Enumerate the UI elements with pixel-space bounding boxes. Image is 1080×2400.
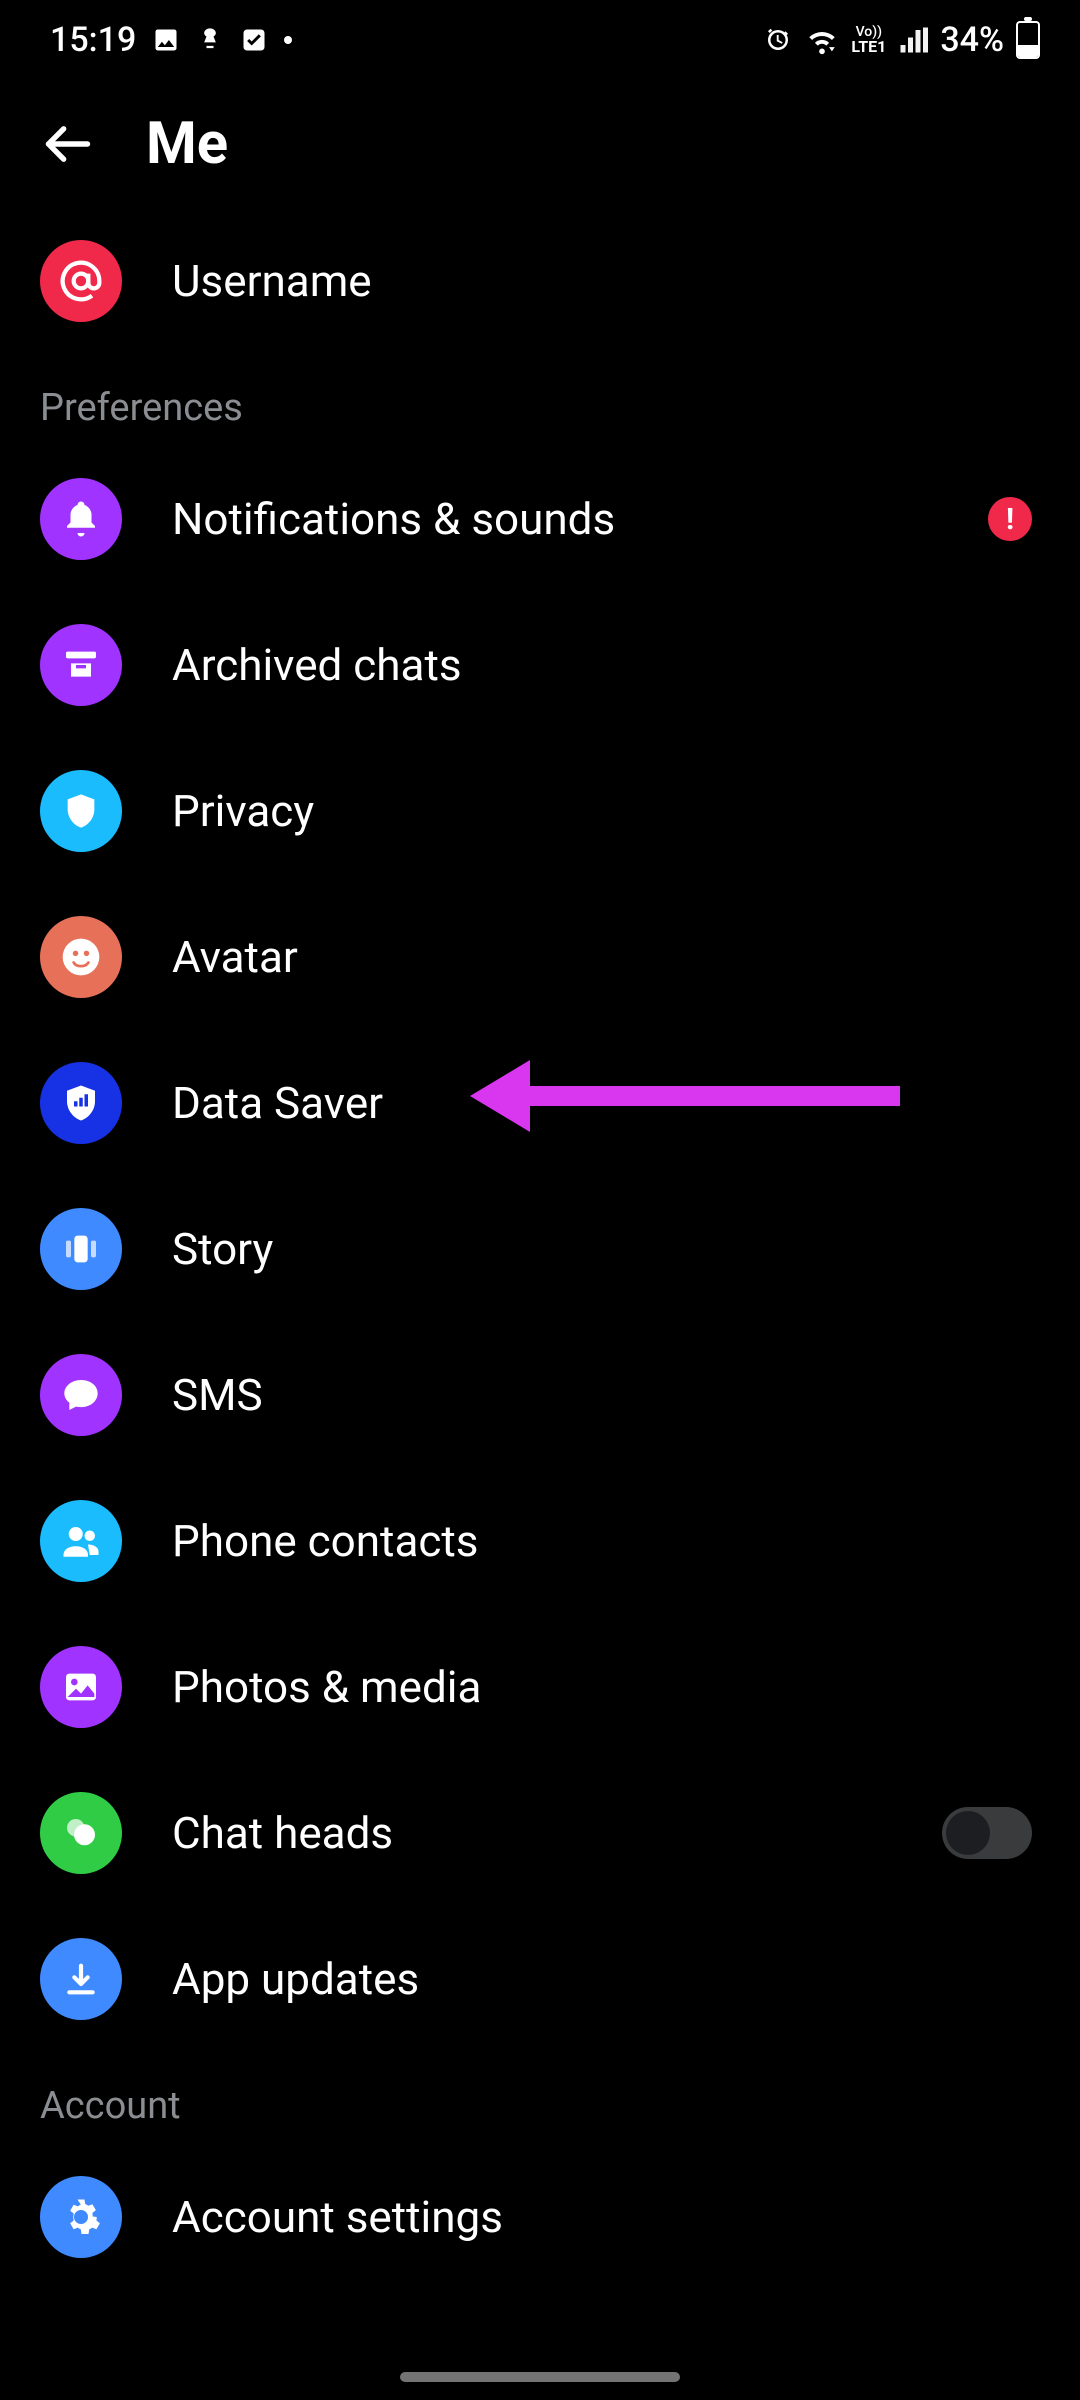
- image-icon: [40, 1646, 122, 1728]
- annotation-arrow: [470, 1060, 900, 1132]
- people-icon: [40, 1500, 122, 1582]
- item-label: Avatar: [172, 931, 1040, 983]
- item-label: Notifications & sounds: [172, 493, 938, 545]
- image-indicator-icon: [152, 26, 180, 54]
- item-label: Chat heads: [172, 1807, 892, 1859]
- chat-heads-toggle[interactable]: [942, 1807, 1032, 1859]
- shield-icon: [40, 770, 122, 852]
- settings-item-archived-chats[interactable]: Archived chats: [0, 592, 1080, 738]
- archive-icon: [40, 624, 122, 706]
- item-label: Archived chats: [172, 639, 1040, 691]
- item-label: Phone contacts: [172, 1515, 1040, 1567]
- download-icon: [40, 1938, 122, 2020]
- item-label: App updates: [172, 1953, 1040, 2005]
- wifi-icon: [805, 23, 839, 57]
- status-left: 15:19: [50, 20, 292, 60]
- settings-item-phone-contacts[interactable]: Phone contacts: [0, 1468, 1080, 1614]
- item-label: Account settings: [172, 2191, 1040, 2243]
- item-label: Privacy: [172, 785, 1040, 837]
- item-label: Photos & media: [172, 1661, 1040, 1713]
- more-indicator-icon: [284, 36, 292, 44]
- back-arrow-icon: [42, 118, 94, 170]
- status-right: Vo)) LTE1 34%: [763, 20, 1040, 60]
- settings-item-notifications[interactable]: Notifications & sounds !: [0, 446, 1080, 592]
- settings-item-avatar[interactable]: Avatar: [0, 884, 1080, 1030]
- face-icon: [40, 916, 122, 998]
- battery-percent: 34%: [940, 20, 1004, 60]
- item-label: SMS: [172, 1369, 1040, 1421]
- network-type-icon: Vo)) LTE1: [851, 25, 886, 55]
- at-icon: [40, 240, 122, 322]
- status-time: 15:19: [50, 20, 136, 60]
- settings-item-account-settings[interactable]: Account settings: [0, 2144, 1080, 2290]
- settings-item-sms[interactable]: SMS: [0, 1322, 1080, 1468]
- item-label: Username: [172, 255, 1040, 307]
- panels-icon: [40, 1208, 122, 1290]
- signal-icon: [898, 25, 928, 55]
- check-indicator-icon: [240, 26, 268, 54]
- shield-chart-icon: [40, 1062, 122, 1144]
- settings-item-app-updates[interactable]: App updates: [0, 1906, 1080, 2052]
- back-button[interactable]: [40, 116, 96, 172]
- gear-icon: [40, 2176, 122, 2258]
- dots-icon: [40, 1792, 122, 1874]
- header: Me: [0, 80, 1080, 208]
- section-header-preferences: Preferences: [0, 354, 1080, 446]
- chat-icon: [40, 1354, 122, 1436]
- app-indicator-icon: [196, 26, 224, 54]
- settings-item-privacy[interactable]: Privacy: [0, 738, 1080, 884]
- status-bar: 15:19 Vo)) LTE1 34%: [0, 0, 1080, 80]
- settings-item-photos-media[interactable]: Photos & media: [0, 1614, 1080, 1760]
- bell-icon: [40, 478, 122, 560]
- page-title: Me: [146, 110, 228, 178]
- settings-item-story[interactable]: Story: [0, 1176, 1080, 1322]
- battery-icon: [1016, 21, 1040, 59]
- item-label: Story: [172, 1223, 1040, 1275]
- gesture-nav-bar[interactable]: [400, 2372, 680, 2382]
- section-header-account: Account: [0, 2052, 1080, 2144]
- alert-badge-icon: !: [988, 497, 1032, 541]
- settings-item-chat-heads[interactable]: Chat heads: [0, 1760, 1080, 1906]
- settings-item-username[interactable]: Username: [0, 208, 1080, 354]
- alarm-icon: [763, 25, 793, 55]
